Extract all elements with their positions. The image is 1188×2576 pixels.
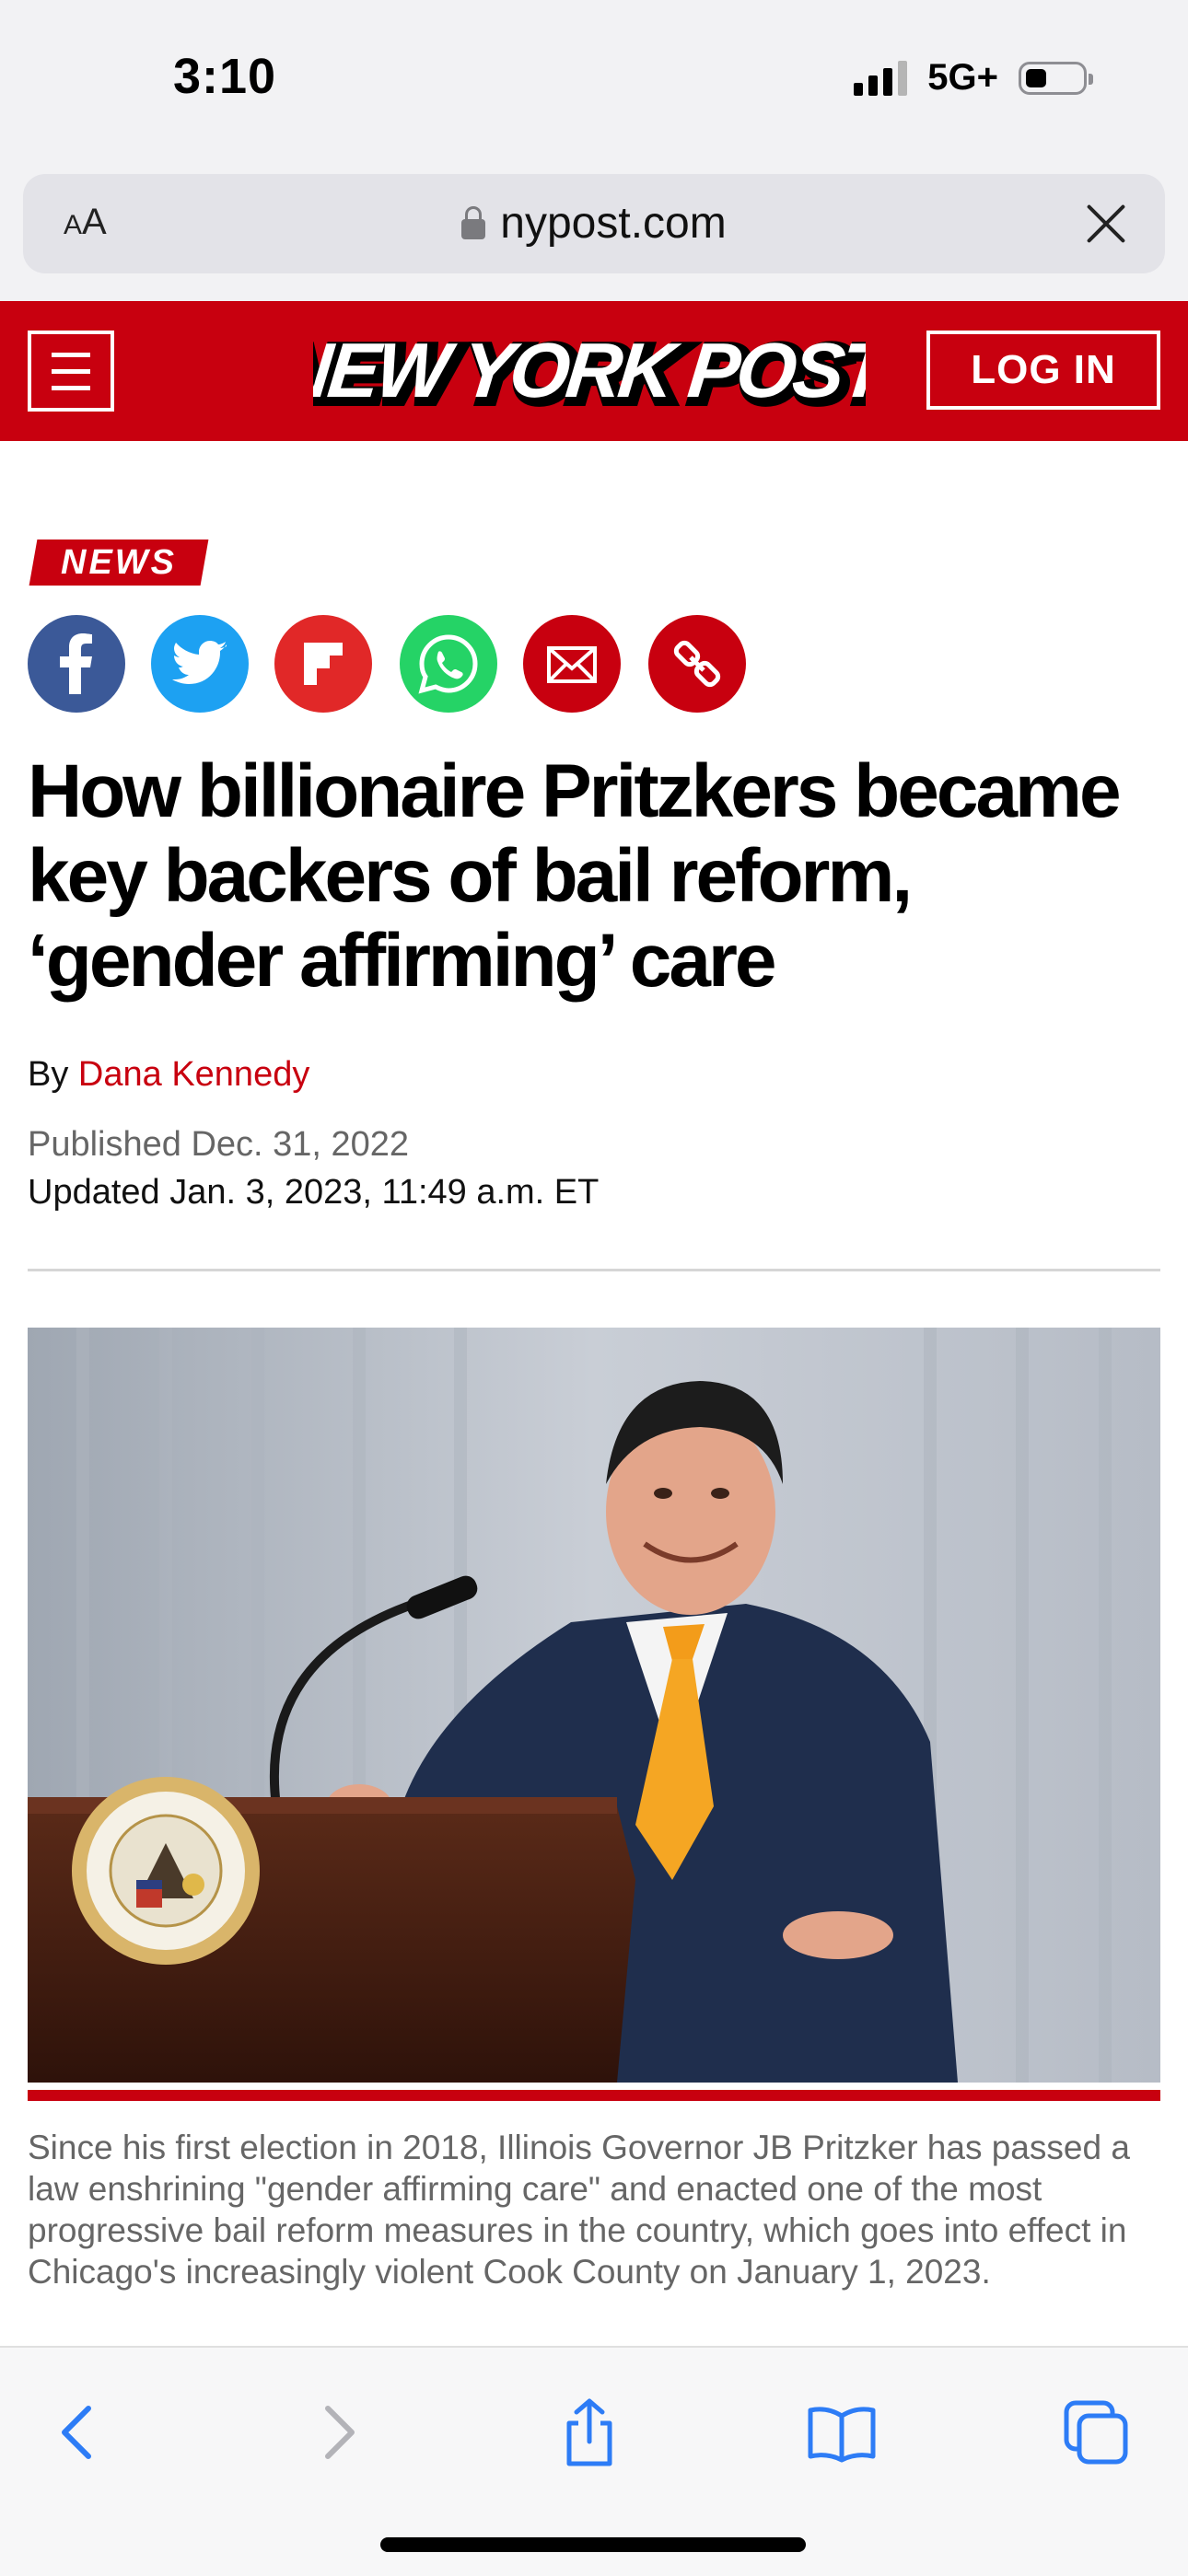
status-time: 3:10: [173, 49, 277, 104]
login-button[interactable]: LOG IN: [926, 331, 1160, 410]
home-indicator[interactable]: [380, 2537, 806, 2552]
byline-prefix: By: [28, 1055, 69, 1094]
logo-text: NEW YORK POST: [313, 327, 866, 413]
flipboard-share-button[interactable]: [274, 615, 372, 713]
chevron-right-icon[interactable]: [300, 2396, 374, 2469]
email-share-button[interactable]: [523, 615, 621, 713]
byline: By Dana Kennedy: [28, 1055, 309, 1095]
site-header: NEW YORK POST NEW YORK POST LOG IN: [0, 301, 1188, 441]
published-date: Published Dec. 31, 2022: [28, 1125, 410, 1164]
whatsapp-share-button[interactable]: [400, 615, 497, 713]
status-indicators: 5G+: [854, 57, 1093, 99]
hamburger-menu-button[interactable]: [28, 331, 114, 412]
photo-accent-bar: [28, 2090, 1160, 2101]
tabs-icon[interactable]: [1059, 2396, 1133, 2469]
email-icon: [547, 646, 597, 683]
section-tag-label: NEWS: [61, 543, 177, 582]
battery-icon: [1019, 61, 1093, 95]
lock-icon: [461, 206, 486, 239]
link-icon: [673, 640, 721, 688]
network-type: 5G+: [927, 57, 998, 98]
facebook-icon: [60, 633, 92, 694]
divider: [28, 1269, 1160, 1271]
updated-date: Updated Jan. 3, 2023, 11:49 a.m. ET: [28, 1173, 600, 1212]
book-icon[interactable]: [805, 2396, 879, 2469]
photo-scene: [28, 1328, 1160, 2083]
url-display[interactable]: nypost.com: [23, 198, 1165, 249]
cellular-signal-icon: [854, 60, 908, 96]
facebook-share-button[interactable]: [28, 615, 125, 713]
chevron-left-icon[interactable]: [42, 2396, 116, 2469]
twitter-icon: [172, 641, 227, 684]
author-link[interactable]: Dana Kennedy: [78, 1055, 309, 1094]
whatsapp-icon: [418, 634, 478, 694]
photo-caption: Since his first election in 2018, Illino…: [28, 2129, 1130, 2291]
flipboard-icon: [304, 643, 343, 685]
copy-link-button[interactable]: [648, 615, 746, 713]
illinois-seal: [72, 1777, 260, 1965]
close-icon[interactable]: [1084, 202, 1128, 246]
twitter-share-button[interactable]: [151, 615, 249, 713]
status-bar: 3:10 5G+: [0, 0, 1188, 161]
section-tag[interactable]: NEWS: [29, 540, 209, 586]
article-headline: How billionaire Pritzkers became key bac…: [28, 749, 1122, 1003]
url-text: nypost.com: [500, 199, 727, 248]
browser-address-area: AA nypost.com: [0, 161, 1188, 301]
share-icon[interactable]: [553, 2396, 626, 2469]
article-photo[interactable]: [28, 1328, 1160, 2083]
site-logo[interactable]: NEW YORK POST NEW YORK POST: [313, 319, 866, 423]
address-bar[interactable]: AA nypost.com: [23, 174, 1165, 273]
